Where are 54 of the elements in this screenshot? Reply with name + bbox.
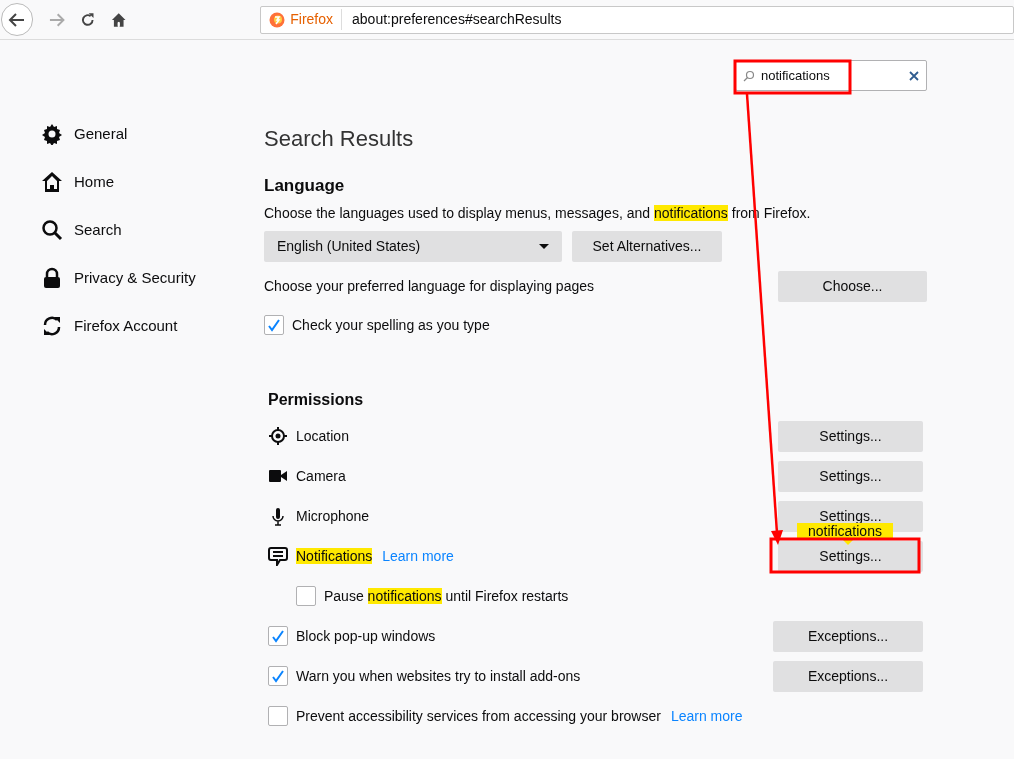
permission-label: Microphone bbox=[296, 506, 370, 526]
sidebar-item[interactable]: Search bbox=[40, 206, 264, 254]
url-text: about:preferences#searchResults bbox=[352, 10, 562, 29]
sidebar-item[interactable]: Privacy & Security bbox=[40, 254, 264, 302]
checkbox[interactable] bbox=[296, 586, 316, 606]
checkbox-label: Pause notifications until Firefox restarts bbox=[324, 586, 569, 606]
checkbox-label: Prevent accessibility services from accessing your browser bbox=[296, 706, 661, 726]
url-bar[interactable]: Firefox about:preferences#searchResults bbox=[260, 5, 1014, 34]
sync-icon bbox=[41, 315, 63, 337]
home-icon[interactable] bbox=[110, 11, 127, 28]
sidebar-item[interactable]: General bbox=[40, 110, 264, 158]
learn-more-link[interactable]: Learn more bbox=[382, 545, 454, 567]
checkbox[interactable] bbox=[264, 315, 284, 335]
learn-more-link[interactable]: Learn more bbox=[670, 705, 743, 727]
permission-label: Notifications bbox=[296, 546, 373, 566]
checkbox[interactable] bbox=[268, 706, 288, 726]
browser-logo-icon bbox=[269, 11, 286, 28]
clear-icon[interactable] bbox=[909, 70, 919, 81]
section-heading: Permissions bbox=[268, 390, 365, 410]
checkbox-label: Check your spelling as you type bbox=[292, 315, 490, 335]
section-heading: Language bbox=[264, 175, 346, 197]
sidebar-item[interactable]: Home bbox=[40, 158, 264, 206]
crosshair-icon bbox=[269, 427, 287, 445]
checkbox-label: Warn you when websites try to install add-ons bbox=[296, 666, 581, 686]
exceptions-button[interactable]: Exceptions... bbox=[773, 660, 923, 692]
sidebar-item[interactable]: Firefox Account bbox=[40, 302, 264, 350]
lock-icon bbox=[41, 267, 63, 289]
tooltip-pointer-icon bbox=[843, 540, 853, 545]
checkbox[interactable] bbox=[268, 626, 288, 646]
choose-button[interactable]: Choose... bbox=[778, 271, 927, 302]
page-title: Search Results bbox=[264, 125, 415, 152]
camera-icon bbox=[269, 469, 287, 483]
speech-bubble-icon bbox=[268, 546, 288, 566]
reload-icon[interactable] bbox=[80, 11, 96, 28]
checkbox[interactable] bbox=[268, 666, 288, 686]
language-dropdown[interactable]: English (United States) bbox=[264, 231, 562, 262]
microphone-icon bbox=[272, 506, 284, 526]
search-icon bbox=[743, 69, 755, 82]
label-text: Choose your preferred language for displaying pages bbox=[264, 277, 594, 296]
site-identity: Firefox bbox=[290, 9, 343, 30]
gear-icon bbox=[41, 123, 63, 145]
exceptions-button[interactable]: Exceptions... bbox=[773, 620, 923, 652]
dropdown-arrow-icon bbox=[539, 244, 549, 249]
settings-button[interactable]: Settings... bbox=[778, 420, 923, 452]
checkbox-label: Block pop-up windows bbox=[296, 626, 436, 646]
back-button[interactable] bbox=[1, 3, 33, 36]
set-alternatives-button[interactable]: Set Alternatives... bbox=[572, 231, 722, 262]
permission-label: Camera bbox=[296, 466, 346, 486]
permission-label: Location bbox=[296, 426, 349, 446]
back-arrow-icon bbox=[7, 10, 26, 29]
home-icon bbox=[41, 171, 63, 193]
search-icon bbox=[41, 219, 63, 241]
settings-button[interactable]: Settings... bbox=[778, 460, 923, 492]
settings-button[interactable]: Settings... bbox=[778, 540, 923, 572]
